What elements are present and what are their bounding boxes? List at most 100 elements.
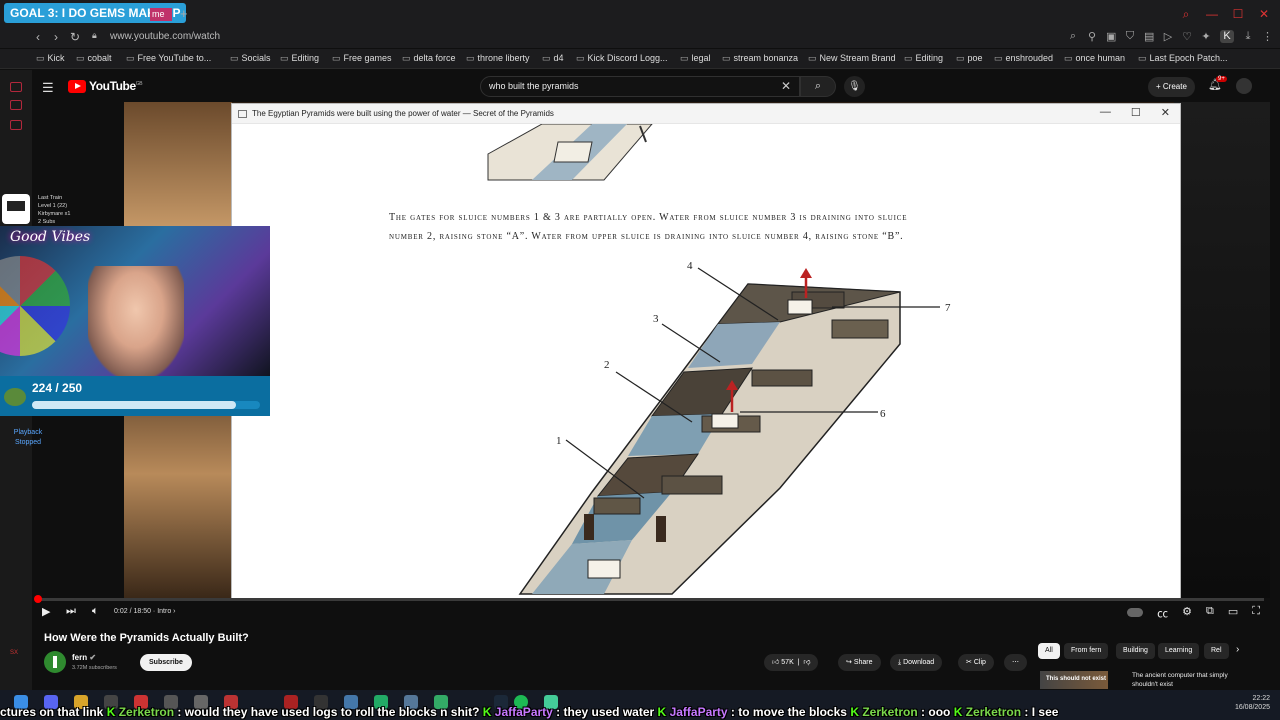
chip-from-channel[interactable]: From fern (1064, 643, 1109, 659)
bookmark-item[interactable]: Free YouTube to... (126, 53, 212, 64)
back-icon[interactable]: ‹ (36, 30, 40, 44)
captions-icon[interactable]: ㏄ (1157, 605, 1168, 621)
avatar[interactable] (1236, 78, 1252, 94)
download-icon[interactable]: ⤓ (1243, 30, 1253, 43)
extensions-icon[interactable]: ✦ (1201, 30, 1211, 43)
bookmark-item[interactable]: Editing (280, 53, 320, 64)
new-tab-icon[interactable]: + (180, 6, 188, 21)
chip-learning[interactable]: Learning (1158, 643, 1200, 659)
bookmark-item[interactable]: Editing (904, 53, 944, 64)
bookmark-item[interactable]: d4 (542, 53, 564, 64)
chip-related[interactable]: Rel (1204, 643, 1229, 659)
bookmark-item[interactable]: Socials (230, 53, 271, 64)
chapter-label[interactable]: Intro (157, 608, 171, 615)
recommended-title[interactable]: The ancient computer that simply shouldn… (1132, 671, 1232, 689)
volume-icon[interactable]: 🔈︎ (92, 605, 99, 618)
theater-mode-icon[interactable]: ▭ (1228, 605, 1238, 621)
sidebar-app-icon[interactable] (10, 100, 22, 110)
thumbs-up-icon: 👍︎ (772, 659, 780, 666)
menu-icon[interactable]: ⋮ (1262, 30, 1273, 43)
minimize-icon[interactable]: — (1206, 7, 1218, 21)
next-icon[interactable]: ⏭ (66, 605, 76, 618)
autoplay-toggle[interactable] (1127, 608, 1144, 617)
reload-icon[interactable]: ↻ (70, 30, 80, 44)
fullscreen-icon[interactable]: ⛶ (1252, 605, 1260, 621)
chip-all[interactable]: All (1038, 643, 1060, 659)
hamburger-menu-icon[interactable]: ☰ (42, 80, 54, 96)
bookmark-item[interactable]: once human (1064, 53, 1126, 64)
player-right-controls: ㏄ ⚙ ⧉ ▭ ⛶ (1127, 605, 1260, 621)
download-button[interactable]: ⤓ Download (890, 654, 943, 671)
play-icon[interactable]: ▶ (42, 605, 50, 618)
scissors-icon: ✂ (966, 659, 972, 666)
forward-icon[interactable]: › (54, 30, 58, 44)
browser-tab[interactable]: me (150, 8, 172, 21)
close-icon[interactable]: ✕ (1258, 7, 1270, 21)
maximize-icon[interactable]: ☐ (1232, 7, 1244, 21)
kick-icon: K (482, 705, 492, 719)
prize-wheel (0, 256, 70, 356)
search-input[interactable]: who built the pyramids ✕ (480, 76, 800, 97)
chat-username: Zerketron (965, 705, 1022, 719)
chat-message: would they have used logs to roll the bl… (184, 705, 480, 719)
label-7: 7 (945, 302, 951, 314)
chevron-right-icon[interactable]: › (1236, 644, 1239, 655)
pin-icon[interactable]: ⚲ (1087, 30, 1097, 43)
sidebar-app-icon[interactable] (10, 82, 22, 92)
zoom-icon[interactable]: ⌕ (1068, 30, 1078, 43)
screenshot-icon[interactable]: ▣ (1106, 30, 1116, 43)
bookmark-item[interactable]: cobalt (76, 53, 112, 64)
url-field[interactable]: www.youtube.com/watch (110, 31, 220, 42)
bookmark-item[interactable]: throne liberty (466, 53, 530, 64)
lock-icon: 🔒︎ (92, 30, 97, 40)
bookmark-item[interactable]: Last Epoch Patch... (1138, 53, 1228, 64)
more-actions-button[interactable]: ⋯ (1004, 654, 1027, 671)
screen: GOAL 3: I DO GEMS MAKEUP me + ⌕ — ☐ ✕ ‹ … (0, 0, 1280, 720)
frog-icon (4, 388, 26, 406)
bookmark-item[interactable]: enshrouded (994, 53, 1054, 64)
share-button[interactable]: ↪ Share (838, 654, 881, 671)
video-scrubber[interactable] (34, 595, 42, 603)
sidebar-app-icon[interactable] (10, 120, 22, 130)
bookmark-item[interactable]: Kick Discord Logg... (576, 53, 668, 64)
channel-avatar[interactable] (44, 651, 66, 673)
sidebar-icon[interactable]: ▤ (1144, 30, 1154, 43)
close-icon: ✕ (1160, 107, 1170, 119)
create-button[interactable]: + Create (1148, 77, 1195, 97)
subscribe-button[interactable]: Subscribe (140, 654, 192, 671)
bookmark-item[interactable]: delta force (402, 53, 456, 64)
bookmark-item[interactable]: Free games (332, 53, 392, 64)
bookmark-item[interactable]: New Stream Brand (808, 53, 896, 64)
clip-button[interactable]: ✂ Clip (958, 654, 994, 671)
profile-icon[interactable]: K (1220, 30, 1234, 43)
like-button[interactable]: 👍︎ 57K | 👎︎ (764, 654, 819, 671)
playback-status: Playback Stopped (13, 429, 43, 446)
search-icon[interactable]: ⌕ (1180, 7, 1192, 22)
region-code: GB (135, 81, 143, 87)
stream-alert-widget: Last Train Level 1 (22) Kirbymare x1 2 S… (0, 192, 120, 226)
embedded-window-title: The Egyptian Pyramids were built using t… (252, 109, 554, 118)
heart-icon[interactable]: ♡ (1182, 30, 1192, 43)
play-icon[interactable]: ▷ (1163, 30, 1173, 43)
notification-count: 9+ (1216, 76, 1227, 82)
youtube-logo[interactable]: YouTubeGB (68, 79, 143, 93)
bookmark-item[interactable]: legal (680, 53, 711, 64)
address-bar: ‹ › ↻ 🔒︎ www.youtube.com/watch ⌕ ⚲ ▣ ⛉ ▤… (0, 28, 1280, 48)
window-icon (238, 110, 247, 118)
thumbs-down-icon[interactable]: 👎︎ (803, 659, 810, 666)
shield-icon[interactable]: ⛉ (1125, 30, 1135, 43)
chip-building[interactable]: Building (1116, 643, 1155, 659)
sluice-structure (518, 268, 901, 595)
sub-goal-bar (32, 401, 260, 409)
video-title: How Were the Pyramids Actually Built? (44, 632, 249, 644)
microphone-icon[interactable]: 🎙︎ (844, 76, 865, 97)
clear-search-icon[interactable]: ✕ (781, 79, 791, 93)
search-button[interactable]: ⌕ (800, 76, 836, 97)
miniplayer-icon[interactable]: ⧉ (1206, 605, 1214, 621)
bookmark-item[interactable]: Kick (36, 53, 65, 64)
bookmark-item[interactable]: stream bonanza (722, 53, 799, 64)
settings-icon[interactable]: ⚙ (1182, 605, 1192, 621)
bookmark-item[interactable]: poe (956, 53, 983, 64)
channel-name[interactable]: fern (72, 653, 87, 662)
video-progress-bar[interactable] (36, 598, 1264, 601)
